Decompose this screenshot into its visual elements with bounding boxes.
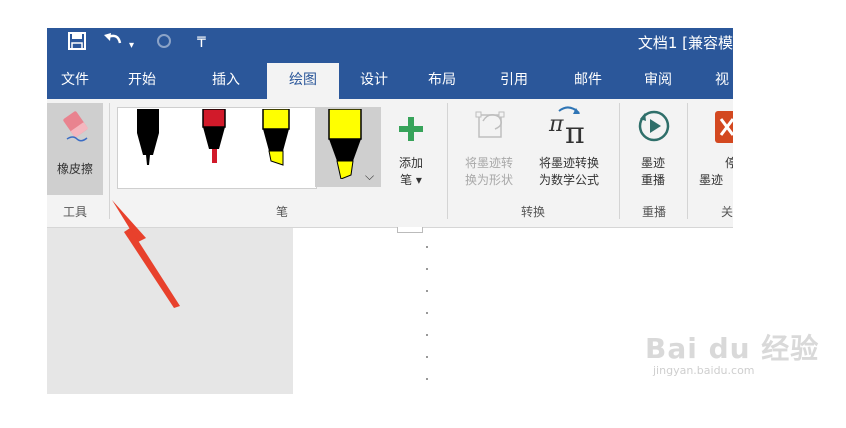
ink-replay-label-line2[interactable]: 重播 (625, 172, 681, 189)
tab-review[interactable]: 审阅 (635, 61, 681, 99)
svg-text:π: π (548, 112, 564, 137)
ink-to-shape-label-line1: 将墨迹转 (464, 156, 513, 170)
tab-view[interactable]: 视 (699, 61, 733, 99)
pen-gallery-expand-icon[interactable]: ⌵ (365, 169, 374, 184)
redo-icon (155, 31, 173, 58)
ribbon-separator (447, 103, 448, 219)
group-label-close: 关 (720, 205, 733, 219)
ribbon-separator (687, 103, 688, 219)
tab-home[interactable]: 开始 (119, 61, 165, 99)
watermark-main: Bai du 经验 (645, 332, 820, 365)
close-ink-icon[interactable] (715, 111, 733, 147)
ink-to-math-label-line2[interactable]: 为数学公式 (527, 172, 611, 189)
yellow-highlighter-selected-icon[interactable] (325, 108, 365, 183)
stop-ink-label-line2[interactable]: 墨迹 (697, 172, 733, 189)
black-pen-icon[interactable] (133, 109, 163, 173)
tab-design[interactable]: 设计 (351, 61, 397, 99)
add-pen-label-line2[interactable]: 笔 ▾ (389, 172, 433, 189)
add-pen-icon[interactable] (399, 117, 423, 145)
save-icon[interactable] (67, 31, 87, 58)
annotation-arrow-icon (112, 200, 180, 308)
ink-to-math-label-line1[interactable]: 将墨迹转换 (527, 155, 611, 172)
tab-file[interactable]: 文件 (47, 61, 103, 99)
title-bar: ▾ ₸ 文档1 [兼容模 (47, 28, 733, 61)
tab-references[interactable]: 引用 (491, 61, 537, 99)
group-label-replay: 重播 (641, 205, 666, 219)
eraser-label: 橡皮擦 (56, 162, 93, 176)
red-pen-icon[interactable] (199, 108, 229, 173)
baidu-watermark: Bai du 经验 jingyan.baidu.com (645, 334, 819, 378)
undo-dropdown-icon[interactable]: ▾ (129, 34, 134, 58)
eraser-button[interactable]: 橡皮擦 (47, 103, 103, 195)
ink-to-math-icon[interactable]: π π (547, 105, 593, 153)
customize-qat-icon[interactable]: ₸ (197, 31, 206, 55)
ink-to-shape-label-line2: 换为形状 (464, 173, 513, 187)
ink-replay-label-line1[interactable]: 墨迹 (625, 155, 681, 172)
tab-layout[interactable]: 布局 (419, 61, 465, 99)
watermark-url: jingyan.baidu.com (653, 364, 755, 377)
yellow-highlighter-icon[interactable] (259, 108, 293, 175)
ink-replay-icon[interactable] (637, 109, 671, 147)
stop-ink-label-line1[interactable]: 停 (711, 155, 733, 172)
ruler-marker (397, 227, 423, 233)
undo-icon[interactable] (103, 31, 125, 58)
group-label-convert: 转换 (520, 205, 545, 219)
tab-mailings[interactable]: 邮件 (565, 61, 611, 99)
document-title: 文档1 [兼容模 (637, 34, 733, 52)
group-label-tools: 工具 (62, 205, 87, 219)
ribbon-separator (619, 103, 620, 219)
eraser-icon (61, 109, 91, 147)
ribbon-tab-bar: 文件 开始 插入 绘图 设计 布局 引用 邮件 审阅 视 (47, 61, 733, 99)
tab-insert[interactable]: 插入 (203, 61, 249, 99)
svg-text:π: π (565, 116, 585, 149)
ink-to-shape-icon (475, 107, 509, 145)
tab-draw[interactable]: 绘图 (267, 63, 339, 99)
add-pen-label-line1[interactable]: 添加 (389, 155, 433, 172)
